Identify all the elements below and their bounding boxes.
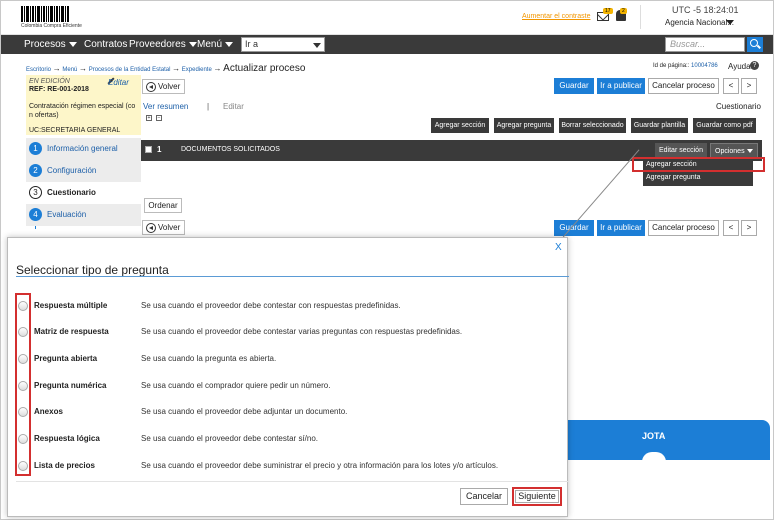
- modal-divider: [16, 276, 569, 277]
- collapse-all-icon[interactable]: −: [156, 115, 162, 121]
- back-button-bottom[interactable]: Volver: [142, 220, 186, 235]
- chat-banner: [566, 420, 770, 460]
- modal-title: Seleccionar tipo de pregunta: [16, 263, 169, 277]
- option-respuesta-logica[interactable]: Respuesta lógica Se usa cuando el provee…: [8, 432, 568, 446]
- arrow-right-icon: →: [79, 64, 88, 73]
- edit-process-link[interactable]: Editar: [108, 78, 129, 87]
- utc-clock: UTC -5 18:24:01: [672, 5, 739, 15]
- radio-highlight-box: [15, 293, 31, 476]
- breadcrumb-procesos[interactable]: Procesos de la Entidad Estatal: [89, 67, 171, 73]
- back-arrow-icon: [146, 82, 156, 92]
- add-section-button[interactable]: Agregar sección: [431, 118, 489, 133]
- option-anexos[interactable]: Anexos Se usa cuando el proveedor debe a…: [8, 405, 568, 419]
- option-matriz-respuesta[interactable]: Matriz de respuesta Se usa cuando el pro…: [8, 325, 568, 339]
- logo-caption: Colombia Compra Eficiente: [21, 23, 82, 29]
- chevron-down-icon: [746, 149, 753, 154]
- process-reference: REF: RE-001-2018: [29, 86, 89, 93]
- dropdown-add-question[interactable]: Agregar pregunta: [646, 174, 700, 181]
- step-configuracion[interactable]: 2 Configuración: [26, 160, 141, 182]
- chevron-down-icon: [225, 41, 234, 47]
- section-checkbox[interactable]: [145, 146, 152, 153]
- save-template-button[interactable]: Guardar plantilla: [631, 118, 688, 133]
- nav-proveedores[interactable]: Proveedores: [129, 39, 197, 50]
- back-arrow-icon: [146, 223, 156, 233]
- tab-editar[interactable]: Editar: [223, 102, 244, 111]
- header-divider: [640, 5, 641, 29]
- option-lista-precios[interactable]: Lista de precios Se usa cuando el provee…: [8, 459, 568, 473]
- avatar: [642, 452, 666, 462]
- option-pregunta-numerica[interactable]: Pregunta numérica Se usa cuando el compr…: [8, 379, 568, 393]
- highlight-box: [632, 157, 765, 172]
- modal-footer-divider: [16, 481, 569, 482]
- next-button[interactable]: >: [741, 78, 757, 94]
- help-link[interactable]: Ayuda: [728, 62, 751, 71]
- chevron-down-icon: [313, 43, 321, 48]
- prev-button[interactable]: <: [723, 78, 739, 94]
- mail-badge: 17: [603, 8, 613, 14]
- banner-text: JOTA: [642, 431, 666, 441]
- nav-procesos[interactable]: Procesos: [24, 39, 77, 50]
- add-question-button[interactable]: Agregar pregunta: [494, 118, 554, 133]
- arrow-right-icon: →: [213, 64, 222, 73]
- step-evaluacion[interactable]: 4 Evaluación: [26, 204, 141, 226]
- delete-selected-button[interactable]: Borrar seleccionado: [559, 118, 626, 133]
- breadcrumb-expediente[interactable]: Expediente: [182, 67, 212, 73]
- page-id: Id de página:: 10004786: [653, 63, 718, 69]
- search-input[interactable]: Buscar...: [665, 37, 745, 52]
- agency-selector[interactable]: Agencia Nacional...: [665, 18, 734, 27]
- chevron-down-icon: [68, 41, 77, 47]
- logo[interactable]: Colombia Compra Eficiente: [21, 4, 99, 32]
- cancel-button[interactable]: Cancelar: [460, 488, 508, 505]
- chevron-down-icon[interactable]: [726, 20, 734, 25]
- notification-badge: 2: [620, 8, 627, 14]
- prev-button-bottom[interactable]: <: [723, 220, 739, 236]
- option-respuesta-multiple[interactable]: Respuesta múltiple Se usa cuando el prov…: [8, 299, 568, 313]
- breadcrumb-menu[interactable]: Menú: [62, 67, 77, 73]
- close-icon[interactable]: X: [555, 242, 562, 253]
- section-number: 1: [157, 145, 162, 154]
- back-button[interactable]: Volver: [142, 79, 186, 94]
- section-title: DOCUMENTOS SOLICITADOS: [181, 146, 280, 153]
- questionnaire-label: Cuestionario: [716, 102, 761, 111]
- arrow-right-icon: →: [52, 64, 61, 73]
- tab-separator: |: [207, 102, 210, 111]
- option-pregunta-abierta[interactable]: Pregunta abierta Se usa cuando la pregun…: [8, 352, 568, 366]
- arrow-right-icon: →: [172, 64, 181, 73]
- next-button-bottom[interactable]: >: [741, 220, 757, 236]
- tab-ver-resumen[interactable]: Ver resumen: [143, 102, 188, 111]
- process-steps: 1 Información general 2 Configuración 3 …: [26, 138, 141, 236]
- breadcrumb: Escritorio → Menú → Procesos de la Entid…: [26, 63, 305, 74]
- help-icon[interactable]: ?: [750, 61, 759, 70]
- nav-contratos[interactable]: Contratos: [84, 39, 127, 50]
- contrast-link[interactable]: Aumentar el contraste: [522, 13, 590, 20]
- publish-button-bottom[interactable]: Ir a publicar: [597, 220, 645, 236]
- top-header: Colombia Compra Eficiente: [1, 1, 773, 35]
- options-button[interactable]: Opciones: [710, 143, 758, 158]
- save-button[interactable]: Guardar: [554, 78, 594, 94]
- breadcrumb-escritorio[interactable]: Escritorio: [26, 67, 51, 73]
- process-info-panel: EN EDICIÓN Editar REF: RE-001-2018 Contr…: [26, 75, 141, 135]
- cancel-process-button[interactable]: Cancelar proceso: [648, 78, 719, 94]
- nav-menu[interactable]: Menú: [197, 39, 234, 50]
- question-type-modal: X Seleccionar tipo de pregunta Respuesta…: [7, 237, 569, 517]
- save-pdf-button[interactable]: Guardar como pdf: [693, 118, 756, 133]
- main-navbar: Procesos Contratos Proveedores Menú Ir a…: [1, 35, 773, 54]
- process-unit: UC:SECRETARIA GENERAL: [29, 127, 121, 134]
- go-to-select[interactable]: Ir a: [241, 37, 325, 52]
- step-informacion-general[interactable]: 1 Información general: [26, 138, 141, 160]
- next-button[interactable]: Siguiente: [515, 490, 559, 503]
- status-label: EN EDICIÓN: [29, 78, 70, 85]
- expand-all-icon[interactable]: +: [146, 115, 152, 121]
- barcode-logo-icon: [21, 4, 99, 22]
- next-highlight-box: Siguiente: [512, 487, 562, 506]
- cancel-process-button-bottom[interactable]: Cancelar proceso: [648, 220, 719, 236]
- step-cuestionario[interactable]: 3 Cuestionario: [26, 182, 141, 204]
- order-button[interactable]: Ordenar: [144, 198, 182, 213]
- publish-button[interactable]: Ir a publicar: [597, 78, 645, 94]
- page-title: Actualizar proceso: [223, 63, 306, 74]
- process-type: Contratación régimen especial (co n ofer…: [29, 103, 136, 119]
- chevron-down-icon: [188, 41, 197, 47]
- search-icon[interactable]: [747, 37, 763, 52]
- edit-section-button[interactable]: Editar sección: [655, 143, 707, 158]
